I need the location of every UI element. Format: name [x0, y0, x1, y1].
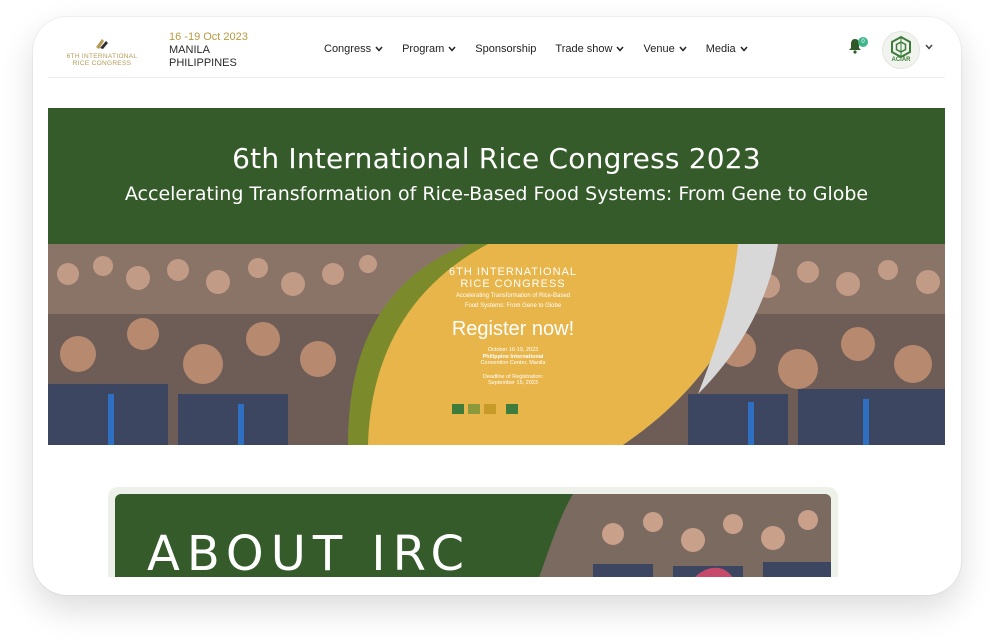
logo-text: 6TH INTERNATIONAL RICE CONGRESS — [66, 53, 138, 67]
nav-sponsorship-label: Sponsorship — [475, 43, 537, 55]
event-country: PHILIPPINES — [169, 57, 237, 69]
site-logo[interactable]: 6TH INTERNATIONAL RICE CONGRESS — [66, 37, 138, 69]
banner-subtitle: Accelerating Transformation of Rice-Base… — [124, 183, 869, 205]
chevron-down-icon — [740, 46, 748, 52]
site-header: 6TH INTERNATIONAL RICE CONGRESS 16 -19 O… — [48, 31, 945, 78]
nav-congress-label: Congress — [324, 43, 372, 55]
registration-hero-image[interactable]: 6TH INTERNATIONAL RICE CONGRESS Accelera… — [48, 244, 945, 445]
nav-venue-label: Venue — [643, 43, 675, 55]
promo-sub-1: Accelerating Transformation of Rice-Base… — [455, 293, 571, 299]
nav-program-label: Program — [402, 43, 445, 55]
promo-venue-2: Convention Center, Manila — [480, 360, 546, 366]
partner-avatar[interactable]: ACIAR — [882, 31, 920, 69]
chevron-down-icon[interactable] — [925, 44, 933, 50]
promo-deadline: Deadline of Registration: September 15, … — [418, 374, 608, 387]
chevron-down-icon — [375, 46, 383, 52]
about-section[interactable]: ABOUT IRC — [115, 494, 831, 577]
nav-trade-show-label: Trade show — [555, 43, 613, 55]
promo-title-1: 6TH INTERNATIONAL — [448, 266, 578, 278]
nav-sponsorship[interactable]: Sponsorship — [475, 41, 536, 57]
logo-line-2: RICE CONGRESS — [72, 60, 132, 67]
chevron-down-icon — [679, 46, 687, 52]
logo-line-1: 6TH INTERNATIONAL — [66, 53, 138, 60]
aciar-label: ACIAR — [891, 57, 911, 63]
event-city: MANILA — [169, 44, 210, 56]
chevron-down-icon — [448, 46, 456, 52]
nav-media-label: Media — [705, 43, 736, 55]
about-crowd-photo — [539, 494, 831, 577]
browser-screen: 6TH INTERNATIONAL RICE CONGRESS 16 -19 O… — [48, 31, 945, 577]
rice-logo-icon — [96, 39, 108, 49]
nav-program[interactable]: Program — [402, 41, 456, 57]
nav-congress[interactable]: Congress — [324, 41, 383, 57]
nav-trade-show[interactable]: Trade show — [555, 41, 625, 57]
main-nav: Congress Program Sponsorship Trade show … — [324, 41, 767, 57]
nav-media[interactable]: Media — [706, 41, 748, 57]
promo-title-2: RICE CONGRESS — [460, 278, 566, 290]
promo-text: 6TH INTERNATIONAL RICE CONGRESS Accelera… — [418, 266, 608, 387]
register-now-text[interactable]: Register now! — [418, 318, 608, 341]
banner-title: 6th International Rice Congress 2023 — [232, 142, 761, 175]
hero-title-banner: 6th International Rice Congress 2023 Acc… — [48, 108, 945, 244]
about-title: ABOUT IRC — [147, 526, 472, 577]
event-dates: 16 -19 Oct 2023 MANILA PHILIPPINES — [169, 31, 248, 70]
promo-deadline-2: September 15, 2023 — [488, 380, 538, 386]
promo-date: October 16-19, 2023 Philippine Internati… — [418, 347, 608, 367]
chevron-down-icon — [616, 46, 625, 52]
nav-venue[interactable]: Venue — [643, 41, 687, 57]
promo-sub-2: Food Systems: From Gene to Globe — [464, 303, 562, 309]
notification-badge: 0 — [858, 37, 868, 47]
event-date: 16 -19 Oct 2023 — [169, 31, 248, 43]
